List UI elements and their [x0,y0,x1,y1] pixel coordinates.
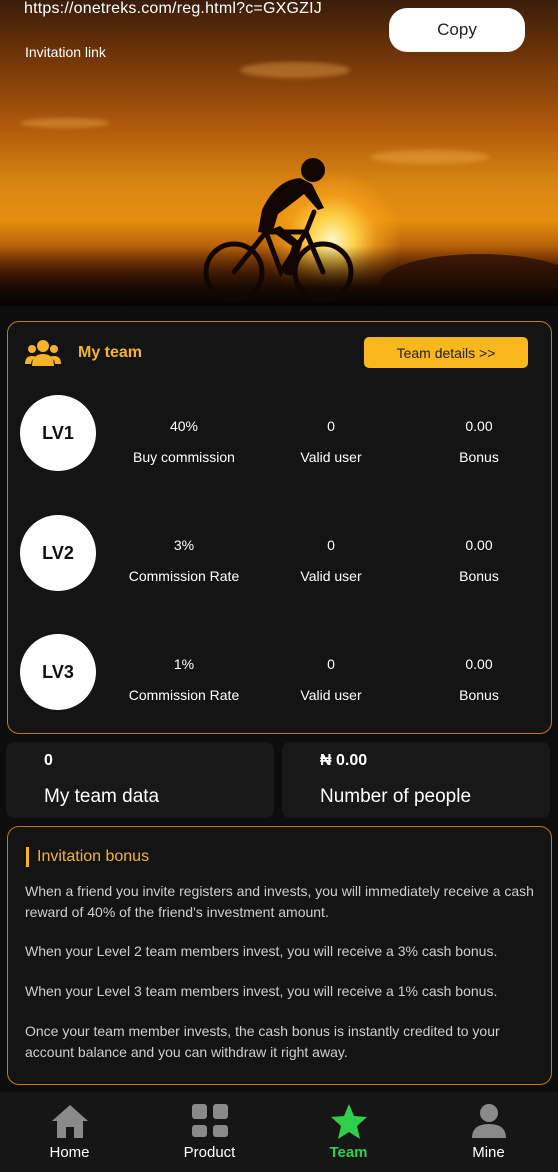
nav-home[interactable]: Home [0,1092,139,1172]
valid-user-label: Valid user [300,687,362,703]
nav-home-label: Home [49,1144,90,1161]
nav-mine-label: Mine [472,1144,505,1161]
people-label: Number of people [320,786,472,807]
user-icon [471,1104,506,1138]
cloud-shape [370,150,490,164]
team-icon [25,340,61,366]
commission-value: 1% [173,656,195,672]
commission-value: 40% [169,418,199,434]
bonus-value: 0.00 [465,418,493,434]
title-accent-bar [26,847,29,867]
nav-product[interactable]: Product [140,1092,279,1172]
invitation-bonus-title: Invitation bonus [37,848,150,865]
level-badge: LV2 [20,515,96,591]
level-row-2: LV2 3% Commission Rate 0 Valid user 0.00… [8,515,553,595]
nav-team-label: Team [329,1144,368,1161]
my-team-panel: My team Team details >> LV1 40% Buy comm… [7,321,552,734]
team-data-label: My team data [44,786,160,807]
invitation-link-label: Invitation link [25,44,106,60]
commission-label: Buy commission [133,449,235,465]
bonus-label: Bonus [459,687,499,703]
commission-label: Commission Rate [128,687,240,703]
valid-user-value: 0 [327,537,335,553]
my-team-title: My team [78,344,143,361]
bonus-paragraph: When a friend you invite registers and i… [25,883,534,920]
bonus-paragraph: When your Level 3 team members invest, y… [25,983,498,999]
valid-user-label: Valid user [300,568,362,584]
cloud-shape [240,62,350,78]
valid-user-label: Valid user [300,449,362,465]
bonus-value: 0.00 [465,656,493,672]
star-icon [330,1104,367,1139]
invitation-bonus-panel: Invitation bonus When a friend you invit… [7,826,552,1085]
home-icon [51,1105,88,1138]
team-data-value: 0 [44,752,53,769]
level-row-3: LV3 1% Commission Rate 0 Valid user 0.00… [8,634,553,714]
bonus-label: Bonus [459,568,499,584]
nav-team[interactable]: Team [279,1092,418,1172]
bonus-label: Bonus [459,449,499,465]
people-value: ₦ 0.00 [320,752,368,769]
team-details-button[interactable]: Team details >> [364,337,528,368]
commission-value: 3% [173,537,195,553]
grid-icon [191,1104,228,1137]
team-data-card[interactable]: 0 My team data [6,742,274,818]
nav-mine[interactable]: Mine [419,1092,558,1172]
cyclist-silhouette [203,158,354,303]
copy-button[interactable]: Copy [389,8,525,52]
bottom-nav: Home Product Team Mine [0,1092,558,1172]
bonus-paragraph: When your Level 2 team members invest, y… [25,943,498,959]
valid-user-value: 0 [327,656,335,672]
number-of-people-card[interactable]: ₦ 0.00 Number of people [282,742,550,818]
bonus-value: 0.00 [465,537,493,553]
valid-user-value: 0 [327,418,335,434]
level-row-1: LV1 40% Buy commission 0 Valid user 0.00… [8,395,553,475]
cloud-shape [20,118,110,128]
invitation-url[interactable]: https://onetreks.com/reg.html?c=GXGZIJ [24,0,322,18]
level-badge: LV3 [20,634,96,710]
bonus-paragraph: Once your team member invests, the cash … [25,1023,500,1060]
commission-label: Commission Rate [128,568,240,584]
nav-product-label: Product [183,1144,236,1161]
level-badge: LV1 [20,395,96,471]
